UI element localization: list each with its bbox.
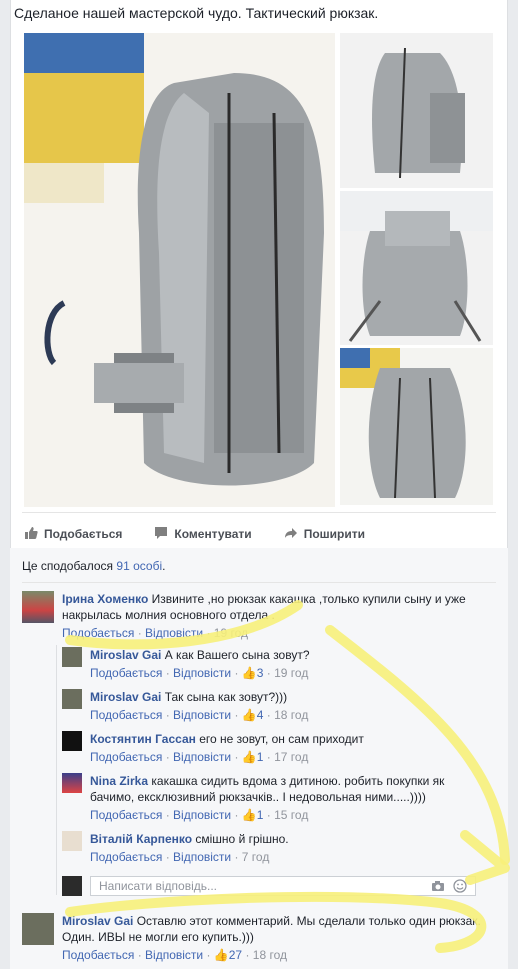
post-text: Сделаное нашей мастерской чудо. Тактичес… [14,5,379,21]
comment-button[interactable]: Коментувати [154,526,252,543]
comment-like-link[interactable]: Подобається [90,850,162,864]
comment-author[interactable]: Miroslav Gai [90,648,161,662]
comment-author[interactable]: Miroslav Gai [62,914,133,928]
comment-author[interactable]: Ірина Хоменко [62,592,148,606]
reply-item: Miroslav Gai Так сына как зовут?))) Подо… [62,689,492,723]
likes-summary-text: Це сподобалося [22,559,114,573]
divider [22,582,496,583]
thumbs-up-icon: 👍 [213,948,229,962]
share-button[interactable]: Поширити [284,526,365,543]
post-actions: Подобається Коментувати Поширити [24,519,365,549]
avatar[interactable] [22,591,54,623]
comment-reply-link[interactable]: Відповісти [173,708,231,722]
comment-time[interactable]: 17 год [274,750,308,764]
comment-author[interactable]: Nina Zirka [90,774,148,788]
comment-like-count[interactable]: 4 [257,708,264,722]
reply-placeholder: Написати відповідь... [99,879,217,893]
comment-like-count[interactable]: 1 [257,750,264,764]
photo-thumb-2[interactable] [340,191,493,345]
comment-like-count[interactable]: 3 [257,666,264,680]
comment-time[interactable]: 19 год [274,666,308,680]
comment-like-link[interactable]: Подобається [90,808,162,822]
avatar[interactable] [62,773,82,793]
photo-main[interactable] [24,33,335,507]
comment-reply-link[interactable]: Відповісти [145,626,203,640]
comment-time[interactable]: 18 год [253,948,287,962]
thumbs-up-icon [24,526,38,543]
like-button[interactable]: Подобається [24,526,122,543]
divider [22,512,496,513]
thumbs-up-icon: 👍 [241,750,257,764]
photo-thumb-1[interactable] [340,33,493,188]
comment-like-count[interactable]: 27 [229,948,242,962]
emoji-icon[interactable] [453,879,467,898]
likes-count-link[interactable]: 91 особі [116,559,162,573]
thumbs-up-icon: 👍 [241,708,257,722]
thumbs-up-icon: 👍 [241,666,257,680]
comment-reply-link[interactable]: Відповісти [173,750,231,764]
thread-line [56,645,57,895]
comment-label: Коментувати [174,527,252,541]
comment-time[interactable]: 18 год [274,708,308,722]
comment-text: его не зовут, он сам приходит [199,732,364,746]
share-label: Поширити [303,527,365,541]
comment-reply-link[interactable]: Відповісти [173,808,231,822]
comment-author[interactable]: Miroslav Gai [90,690,161,704]
comment-text: Так сына как зовут?))) [164,690,288,704]
comment-text: А как Вашего сына зовут? [164,648,310,662]
comment-author[interactable]: Костянтин Гассан [90,732,196,746]
comment-like-link[interactable]: Подобається [90,708,162,722]
comment-reply-link[interactable]: Відповісти [173,850,231,864]
share-icon [284,526,298,543]
reply-item: Miroslav Gai А как Вашего сына зовут? По… [62,647,492,681]
reply-input[interactable]: Написати відповідь... [90,876,476,896]
comment-item: Ірина Хоменко Извините ,но рюкзак какашк… [22,591,492,641]
comment-reply-link[interactable]: Відповісти [145,948,203,962]
comment-author[interactable]: Віталій Карпенко [90,832,192,846]
reply-item: Костянтин Гассан его не зовут, он сам пр… [62,731,492,765]
reply-item: Nina Zirka какашка сидить вдома з дитино… [62,773,482,823]
comment-item: Miroslav Gai Оставлю этот комментарий. М… [22,913,492,963]
comment-icon [154,526,168,543]
like-label: Подобається [44,527,123,541]
thumbs-up-icon: 👍 [241,808,257,822]
photo-thumb-3[interactable] [340,348,493,505]
likes-summary-suffix: . [162,559,166,573]
comment-reply-link[interactable]: Відповісти [173,666,231,680]
comment-like-link[interactable]: Подобається [62,948,134,962]
comment-like-link[interactable]: Подобається [90,666,162,680]
avatar[interactable] [62,689,82,709]
comment-like-link[interactable]: Подобається [62,626,134,640]
comment-time[interactable]: 15 год [274,808,308,822]
reply-item: Віталій Карпенко смішно й грішно. Подоба… [62,831,492,865]
camera-icon[interactable] [431,879,445,897]
likes-summary: Це сподобалося 91 особі. [22,559,165,573]
comment-text: смішно й грішно. [195,832,289,846]
current-user-avatar [62,876,82,896]
avatar[interactable] [62,647,82,667]
comment-like-link[interactable]: Подобається [90,750,162,764]
comment-time[interactable]: 19 год [214,626,248,640]
avatar[interactable] [22,913,54,945]
comment-like-count[interactable]: 1 [257,808,264,822]
comment-time[interactable]: 7 год [242,850,270,864]
avatar[interactable] [62,731,82,751]
avatar[interactable] [62,831,82,851]
